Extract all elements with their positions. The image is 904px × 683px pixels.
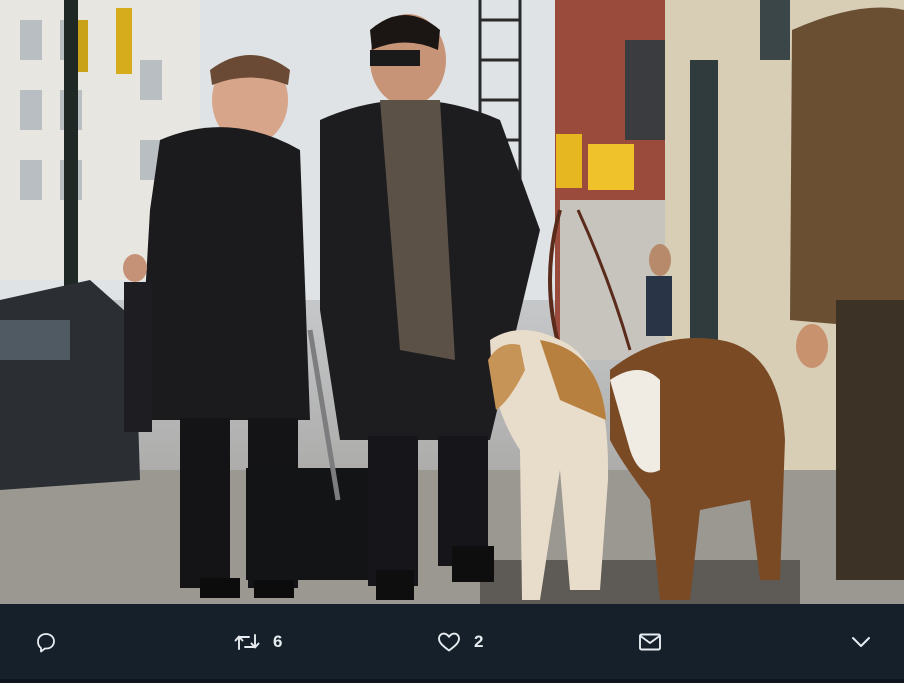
street-scene-illustration — [0, 0, 904, 604]
heart-icon — [438, 632, 460, 651]
like-button[interactable]: 2 — [436, 604, 483, 679]
reply-button[interactable] — [34, 604, 58, 679]
tweet-action-bar: 6 2 — [0, 604, 904, 679]
reply-icon — [37, 632, 55, 652]
more-options-button[interactable] — [849, 604, 873, 679]
tweet-photo[interactable] — [0, 0, 904, 604]
envelope-icon — [639, 633, 661, 650]
retweet-button[interactable]: 6 — [233, 604, 282, 679]
chevron-down-icon — [852, 636, 870, 647]
share-dm-button[interactable] — [637, 604, 663, 679]
bottom-edge — [0, 679, 904, 683]
retweet-count: 6 — [273, 631, 283, 651]
like-count: 2 — [474, 631, 484, 651]
retweet-icon — [234, 633, 260, 650]
